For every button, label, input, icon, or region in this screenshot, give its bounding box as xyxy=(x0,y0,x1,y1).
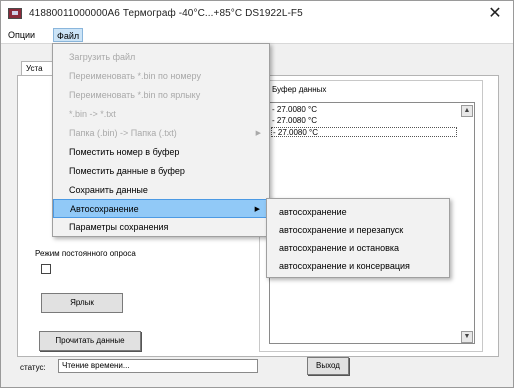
label-button[interactable]: Ярлык xyxy=(41,293,123,313)
file-menu-dropdown: Загрузить файл Переименовать *.bin по но… xyxy=(52,43,270,237)
submenu-arrow-icon: ▶ xyxy=(255,130,261,137)
menu-item-label: Загрузить файл xyxy=(69,52,136,62)
menu-item-label: Поместить номер в буфер xyxy=(69,147,180,157)
menu-item-label: Поместить данные в буфер xyxy=(69,166,185,176)
list-item[interactable]: - 27.0080 °C xyxy=(272,105,317,115)
menu-item-label: *.bin -> *.txt xyxy=(69,109,116,119)
menu-item-label: Переименовать *.bin по номеру xyxy=(69,71,201,81)
menu-options[interactable]: Опции xyxy=(5,28,38,42)
menu-item-label: Переименовать *.bin по ярлыку xyxy=(69,90,201,100)
list-item[interactable]: - 27.0080 °C xyxy=(271,127,457,137)
submenu-item-autosave[interactable]: автосохранение xyxy=(267,203,449,221)
buffer-label: Буфер данных xyxy=(271,85,328,94)
menu-item-rename-by-label[interactable]: Переименовать *.bin по ярлыку xyxy=(53,86,269,105)
menu-item-save-params[interactable]: Параметры сохранения xyxy=(53,218,269,237)
read-data-button[interactable]: Прочитать данные xyxy=(39,331,141,351)
menu-item-autosave[interactable]: Автосохранение ▶ xyxy=(53,199,269,218)
autosave-submenu: автосохранение автосохранение и перезапу… xyxy=(266,198,450,278)
exit-button[interactable]: Выход xyxy=(307,357,349,375)
menu-item-label: Автосохранение xyxy=(70,204,139,214)
status-label: статус: xyxy=(20,363,46,372)
menu-file[interactable]: Файл xyxy=(53,28,84,42)
menu-item-label: Параметры сохранения xyxy=(69,222,169,232)
submenu-arrow-icon: ▶ xyxy=(254,206,260,213)
menu-item-save-data[interactable]: Сохранить данные xyxy=(53,181,269,200)
submenu-item-autosave-conserve[interactable]: автосохранение и консервация xyxy=(267,257,449,275)
close-icon[interactable]: ✕ xyxy=(485,4,505,24)
window-title: 41880011000000А6 Термограф -40°C...+85°C… xyxy=(29,8,303,19)
menu-item-number-to-buffer[interactable]: Поместить номер в буфер xyxy=(53,143,269,162)
menu-item-bin-to-txt[interactable]: *.bin -> *.txt xyxy=(53,105,269,124)
thermograph-app-icon xyxy=(8,8,22,19)
title-bar[interactable]: 41880011000000А6 Термограф -40°C...+85°C… xyxy=(1,1,513,28)
scroll-up-icon[interactable]: ▲ xyxy=(461,105,473,117)
submenu-item-autosave-restart[interactable]: автосохранение и перезапуск xyxy=(267,221,449,239)
status-field: Чтение времени... xyxy=(58,359,258,373)
menu-item-label: Сохранить данные xyxy=(69,185,148,195)
poll-mode-label: Режим постоянного опроса xyxy=(35,249,136,258)
menu-item-load-file[interactable]: Загрузить файл xyxy=(53,48,269,67)
list-item[interactable]: - 27.0080 °C xyxy=(272,116,317,126)
menu-bar: Опции Файл xyxy=(1,27,513,44)
scroll-down-icon[interactable]: ▼ xyxy=(461,331,473,343)
menu-item-data-to-buffer[interactable]: Поместить данные в буфер xyxy=(53,162,269,181)
menu-item-folder-convert[interactable]: Папка (.bin) -> Папка (.txt) ▶ xyxy=(53,124,269,143)
menu-item-rename-by-number[interactable]: Переименовать *.bin по номеру xyxy=(53,67,269,86)
menu-item-label: Папка (.bin) -> Папка (.txt) xyxy=(69,128,177,138)
poll-mode-checkbox[interactable] xyxy=(41,264,51,274)
submenu-item-autosave-stop[interactable]: автосохранение и остановка xyxy=(267,239,449,257)
